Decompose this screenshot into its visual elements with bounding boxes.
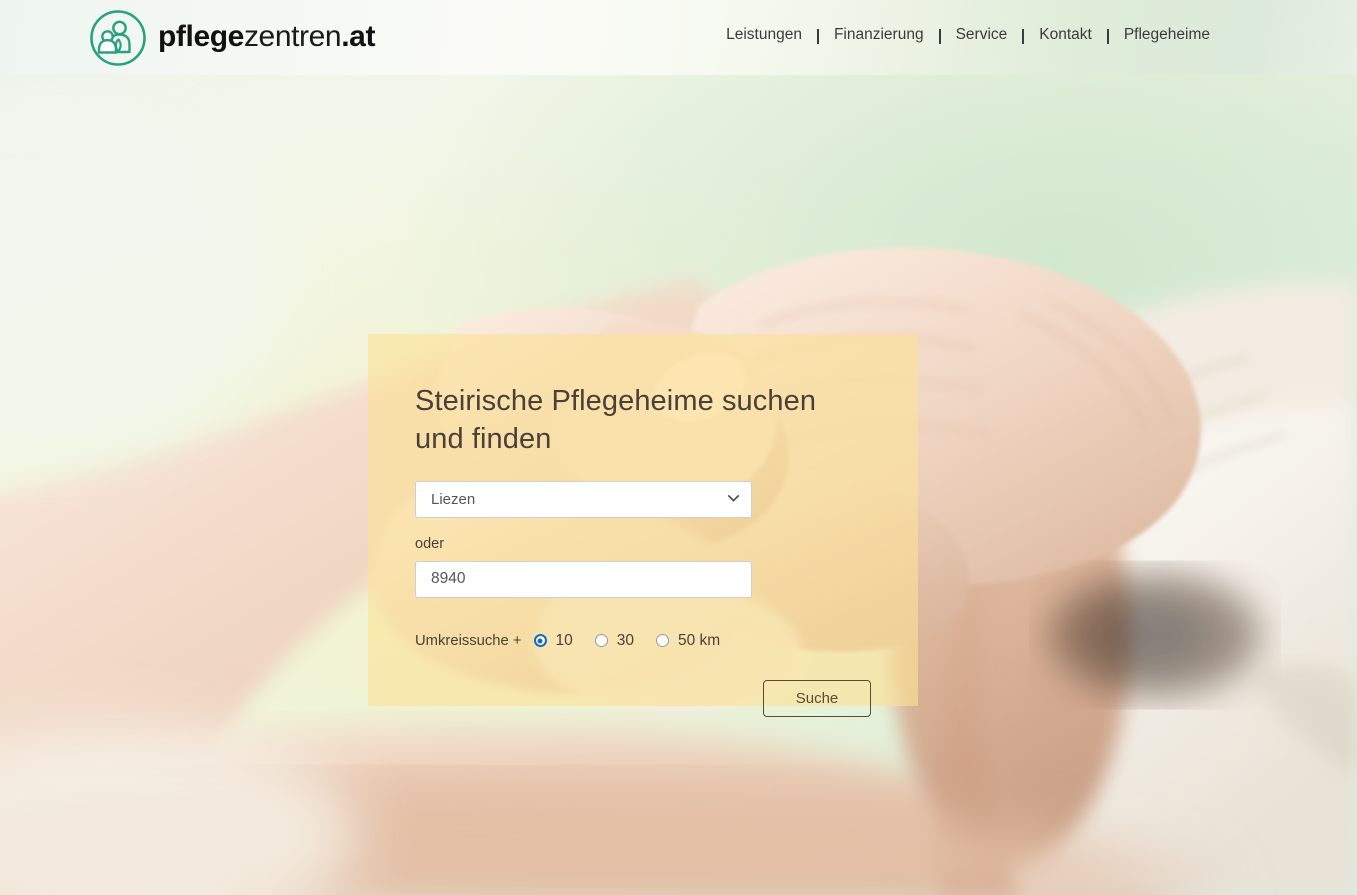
pflegezentren-people-circle-logo-icon xyxy=(90,10,146,66)
logo-text-suffix: .at xyxy=(341,19,376,53)
radius-option-50-label: 50 km xyxy=(678,631,721,649)
search-panel: Steirische Pflegeheime suchen und finden… xyxy=(368,334,918,717)
nav-separator xyxy=(1106,28,1109,44)
site-logo[interactable]: pflegezentren.at xyxy=(88,8,375,68)
nav-separator xyxy=(938,28,941,44)
nav-item-service[interactable]: Service xyxy=(955,26,1009,44)
nav-separator xyxy=(1022,28,1025,44)
nav-item-finanzierung[interactable]: Finanzierung xyxy=(833,26,925,44)
radius-option-10-label: 10 xyxy=(555,631,573,649)
radius-option-50[interactable]: 50 km xyxy=(656,632,720,650)
nav-item-pflegeheime[interactable]: Pflegeheime xyxy=(1123,26,1211,44)
nav-item-leistungen[interactable]: Leistungen xyxy=(725,26,803,44)
radio-50-icon[interactable] xyxy=(656,634,669,648)
region-select[interactable]: Liezen xyxy=(415,480,752,518)
nav-item-kontakt[interactable]: Kontakt xyxy=(1038,26,1093,44)
region-select-wrapper: Liezen xyxy=(415,480,752,518)
radius-option-30[interactable]: 30 xyxy=(594,631,634,650)
radius-search-row: Umkreissuche + 10 30 50 km xyxy=(415,622,871,660)
logo-text-light: zentren xyxy=(243,19,342,53)
radius-option-10[interactable]: 10 xyxy=(533,631,573,650)
radius-prefix-label: Umkreissuche + xyxy=(415,632,522,649)
logo-text-bold: pflege xyxy=(158,19,244,53)
hero-section: Steirische Pflegeheime suchen und finden… xyxy=(0,75,1357,895)
nav-separator xyxy=(816,28,819,44)
page-title: Steirische Pflegeheime suchen und finden xyxy=(415,385,817,456)
radio-30-icon[interactable] xyxy=(594,634,608,648)
site-logo-wordmark: pflegezentren.at xyxy=(158,19,376,55)
radio-10-icon[interactable] xyxy=(533,634,547,648)
site-header: pflegezentren.at Leistungen Finanzierung… xyxy=(0,0,1357,75)
or-label: oder xyxy=(415,535,445,552)
radius-option-30-label: 30 xyxy=(616,631,634,649)
zip-input[interactable] xyxy=(415,560,752,598)
main-navigation: Leistungen Finanzierung Service Kontakt … xyxy=(725,26,1211,44)
radius-radio-group: 10 30 50 km xyxy=(533,631,720,650)
search-button[interactable]: Suche xyxy=(763,680,871,717)
